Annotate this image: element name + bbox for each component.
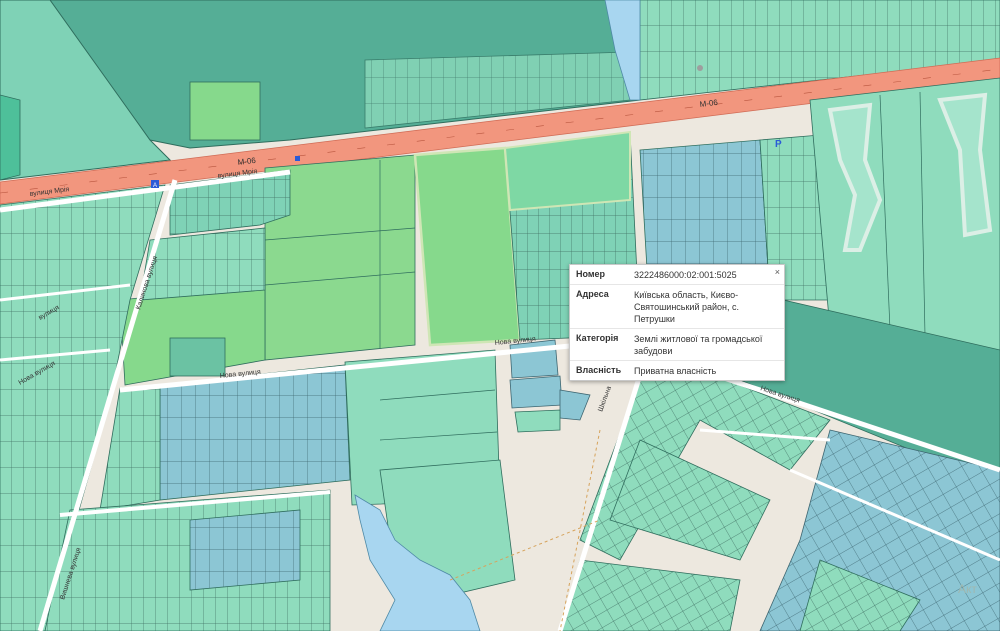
cadastral-number: 3222486000:02:001:5025	[634, 270, 737, 280]
svg-text:A: A	[153, 183, 157, 189]
map-canvas[interactable]: M-06 M-06 вулиця Мрія вулиця Мрія Нова в…	[0, 0, 1000, 631]
close-icon[interactable]: ×	[775, 267, 780, 277]
parcel-area	[0, 94, 21, 181]
popup-row-address: Адреса Київська область, Києво-Святошинс…	[570, 285, 784, 329]
svg-text:P: P	[775, 139, 782, 150]
popup-label: Власність	[576, 365, 622, 375]
parcel	[514, 409, 561, 433]
ownership-value: Приватна власність	[634, 366, 717, 376]
popup-label: Адреса	[576, 289, 609, 299]
category-value: Землі житлової та громадської забудови	[634, 334, 763, 356]
address-value: Київська область, Києво-Святошинський ра…	[634, 290, 739, 324]
popup-row-category: Категорія Землі житлової та громадської …	[570, 329, 784, 361]
parcel-blue	[509, 375, 563, 409]
popup-row-ownership: Власність Приватна власність	[570, 361, 784, 380]
map-watermark: Акт	[958, 582, 977, 596]
parcel	[169, 337, 226, 377]
popup-label: Номер	[576, 269, 606, 279]
residential-grid-blue	[189, 509, 301, 591]
bus-stop-icon[interactable]: A	[151, 180, 159, 189]
parking-icon[interactable]: P	[775, 139, 782, 150]
parcel-info-popup: × Номер 3222486000:02:001:5025 Адреса Ки…	[569, 264, 785, 381]
popup-row-number: Номер 3222486000:02:001:5025	[570, 265, 784, 285]
popup-label: Категорія	[576, 333, 619, 343]
field-large	[413, 146, 522, 347]
info-icon[interactable]	[697, 65, 703, 71]
parcel	[189, 81, 261, 141]
bus-stop-icon[interactable]	[295, 156, 300, 161]
